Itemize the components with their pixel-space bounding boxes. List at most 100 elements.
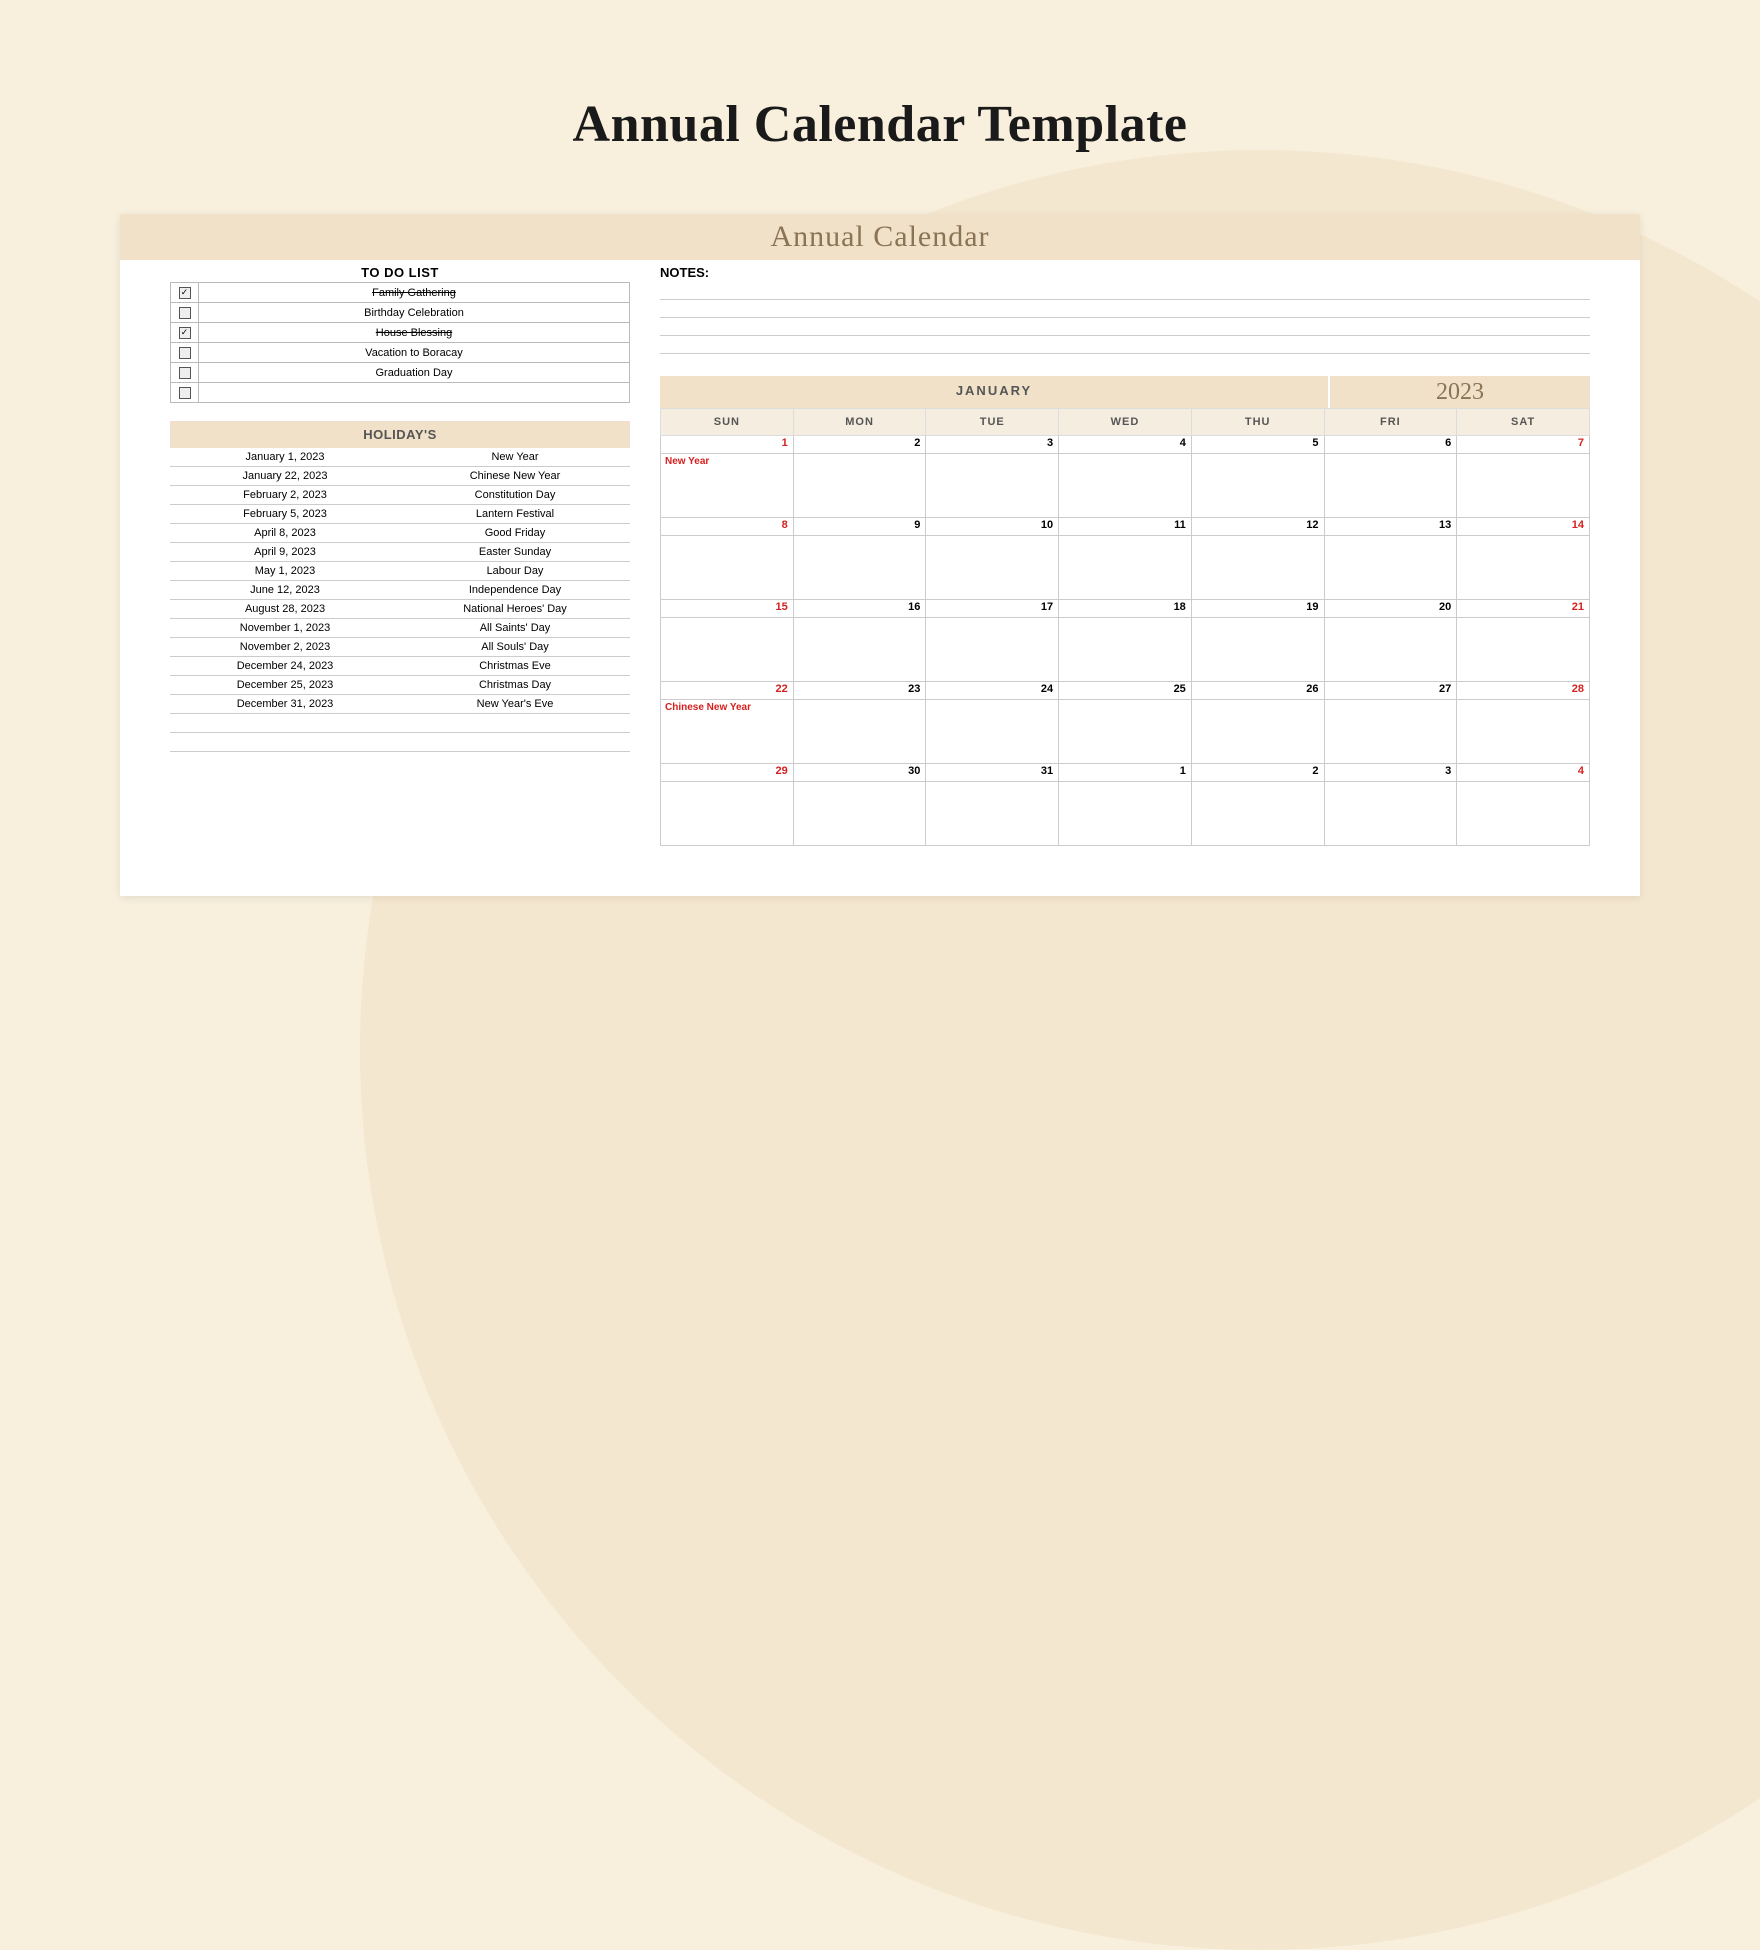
calendar-cell[interactable]: 19 bbox=[1191, 600, 1324, 618]
calendar-cell-body[interactable] bbox=[1059, 454, 1192, 518]
calendar-cell-body[interactable] bbox=[661, 618, 794, 682]
calendar-cell[interactable]: 7 bbox=[1457, 436, 1590, 454]
calendar-cell[interactable]: 13 bbox=[1324, 518, 1457, 536]
todo-item-label: Vacation to Boracay bbox=[199, 343, 630, 363]
calendar-cell[interactable]: 31 bbox=[926, 764, 1059, 782]
holiday-row: December 25, 2023Christmas Day bbox=[170, 676, 630, 695]
holiday-row: January 22, 2023Chinese New Year bbox=[170, 467, 630, 486]
day-header: SAT bbox=[1457, 409, 1590, 436]
calendar-cell[interactable]: 14 bbox=[1457, 518, 1590, 536]
calendar-cell[interactable]: 18 bbox=[1059, 600, 1192, 618]
checkbox[interactable] bbox=[179, 367, 191, 379]
calendar-cell-body[interactable] bbox=[1457, 454, 1590, 518]
calendar-cell[interactable]: 17 bbox=[926, 600, 1059, 618]
calendar-cell[interactable]: 8 bbox=[661, 518, 794, 536]
calendar-cell[interactable]: 2 bbox=[1191, 764, 1324, 782]
calendar-cell[interactable]: 25 bbox=[1059, 682, 1192, 700]
calendar-cell[interactable]: 11 bbox=[1059, 518, 1192, 536]
calendar-cell-body[interactable] bbox=[1457, 536, 1590, 600]
calendar-cell[interactable]: 3 bbox=[1324, 764, 1457, 782]
calendar-cell-body[interactable] bbox=[1191, 782, 1324, 846]
calendar-cell[interactable]: 20 bbox=[1324, 600, 1457, 618]
calendar-cell[interactable]: 10 bbox=[926, 518, 1059, 536]
calendar-cell[interactable]: 2 bbox=[793, 436, 926, 454]
calendar-cell-body[interactable] bbox=[1059, 618, 1192, 682]
calendar-cell[interactable]: 15 bbox=[661, 600, 794, 618]
calendar-cell[interactable]: 3 bbox=[926, 436, 1059, 454]
calendar-cell-body[interactable] bbox=[1457, 782, 1590, 846]
todo-item-label: Birthday Celebration bbox=[199, 303, 630, 323]
calendar-cell-body[interactable] bbox=[1324, 618, 1457, 682]
calendar-cell-body[interactable] bbox=[1059, 536, 1192, 600]
checkbox[interactable]: ✓ bbox=[179, 327, 191, 339]
calendar-cell-body[interactable] bbox=[793, 618, 926, 682]
calendar-cell[interactable]: 24 bbox=[926, 682, 1059, 700]
calendar-cell-body[interactable] bbox=[1457, 618, 1590, 682]
checkbox[interactable]: ✓ bbox=[179, 287, 191, 299]
todo-item-label: Family Gathering bbox=[199, 283, 630, 303]
calendar-cell[interactable]: 22 bbox=[661, 682, 794, 700]
calendar-cell[interactable]: 4 bbox=[1059, 436, 1192, 454]
calendar-cell[interactable]: 21 bbox=[1457, 600, 1590, 618]
notes-lines bbox=[660, 282, 1590, 354]
calendar-cell[interactable]: 27 bbox=[1324, 682, 1457, 700]
checkbox[interactable] bbox=[179, 347, 191, 359]
doc-header-bar: Annual Calendar bbox=[120, 214, 1640, 260]
calendar-cell-body[interactable] bbox=[661, 536, 794, 600]
doc-title: Annual Calendar bbox=[120, 220, 1640, 254]
calendar-cell-body[interactable]: New Year bbox=[661, 454, 794, 518]
checkbox[interactable] bbox=[179, 307, 191, 319]
calendar-cell-body[interactable] bbox=[793, 700, 926, 764]
day-header: FRI bbox=[1324, 409, 1457, 436]
calendar-cell-body[interactable]: Chinese New Year bbox=[661, 700, 794, 764]
calendar-cell-body[interactable] bbox=[1191, 700, 1324, 764]
calendar-cell[interactable]: 29 bbox=[661, 764, 794, 782]
holiday-row: August 28, 2023National Heroes' Day bbox=[170, 600, 630, 619]
calendar-cell[interactable]: 4 bbox=[1457, 764, 1590, 782]
calendar-cell[interactable]: 1 bbox=[661, 436, 794, 454]
right-column: NOTES: JANUARY 2023 SUNMONTUEWEDTHUFRISA… bbox=[660, 262, 1590, 846]
calendar-cell-body[interactable] bbox=[1324, 700, 1457, 764]
calendar-cell-body[interactable] bbox=[926, 782, 1059, 846]
calendar-cell-body[interactable] bbox=[1059, 782, 1192, 846]
day-header: TUE bbox=[926, 409, 1059, 436]
calendar-cell-body[interactable] bbox=[926, 454, 1059, 518]
left-column: TO DO LIST ✓Family GatheringBirthday Cel… bbox=[170, 262, 630, 846]
holiday-row: January 1, 2023New Year bbox=[170, 448, 630, 467]
calendar-cell-body[interactable] bbox=[793, 536, 926, 600]
calendar-cell-body[interactable] bbox=[1191, 618, 1324, 682]
day-header: WED bbox=[1059, 409, 1192, 436]
calendar-cell[interactable]: 6 bbox=[1324, 436, 1457, 454]
checkbox[interactable] bbox=[179, 387, 191, 399]
calendar-cell[interactable]: 23 bbox=[793, 682, 926, 700]
calendar-cell[interactable]: 9 bbox=[793, 518, 926, 536]
calendar-cell-body[interactable] bbox=[1059, 700, 1192, 764]
calendar-cell-body[interactable] bbox=[793, 782, 926, 846]
todo-item-label: House Blessing bbox=[199, 323, 630, 343]
holiday-row: February 2, 2023Constitution Day bbox=[170, 486, 630, 505]
calendar-cell-body[interactable] bbox=[1457, 700, 1590, 764]
calendar-cell-body[interactable] bbox=[1324, 454, 1457, 518]
calendar-cell-body[interactable] bbox=[1191, 536, 1324, 600]
calendar-cell-body[interactable] bbox=[661, 782, 794, 846]
calendar-cell-body[interactable] bbox=[1191, 454, 1324, 518]
holiday-row: April 9, 2023Easter Sunday bbox=[170, 543, 630, 562]
month-year-bar: JANUARY 2023 bbox=[660, 376, 1590, 408]
calendar-cell[interactable]: 26 bbox=[1191, 682, 1324, 700]
calendar-cell[interactable]: 30 bbox=[793, 764, 926, 782]
calendar-cell-body[interactable] bbox=[926, 700, 1059, 764]
calendar-cell-body[interactable] bbox=[926, 536, 1059, 600]
calendar-cell[interactable]: 12 bbox=[1191, 518, 1324, 536]
holiday-row: December 24, 2023Christmas Eve bbox=[170, 657, 630, 676]
holiday-row: December 31, 2023New Year's Eve bbox=[170, 695, 630, 714]
year-value: 2023 bbox=[1330, 376, 1590, 408]
calendar-cell-body[interactable] bbox=[1324, 782, 1457, 846]
calendar-cell[interactable]: 28 bbox=[1457, 682, 1590, 700]
holiday-row: May 1, 2023Labour Day bbox=[170, 562, 630, 581]
calendar-cell-body[interactable] bbox=[793, 454, 926, 518]
calendar-cell[interactable]: 1 bbox=[1059, 764, 1192, 782]
calendar-cell-body[interactable] bbox=[1324, 536, 1457, 600]
calendar-cell-body[interactable] bbox=[926, 618, 1059, 682]
calendar-cell[interactable]: 16 bbox=[793, 600, 926, 618]
calendar-cell[interactable]: 5 bbox=[1191, 436, 1324, 454]
